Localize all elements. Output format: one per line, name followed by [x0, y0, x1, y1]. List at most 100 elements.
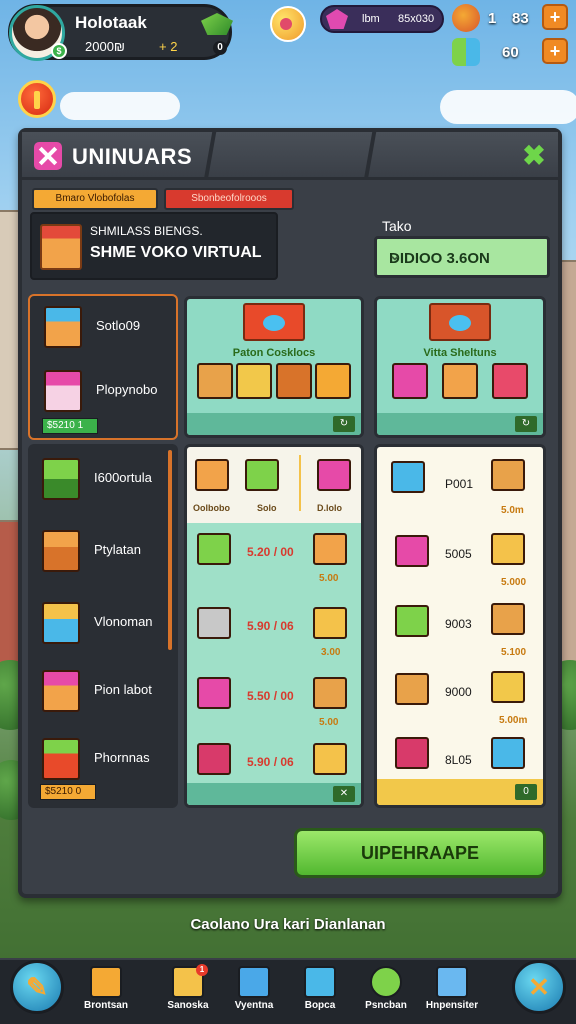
close-small-button[interactable]: ✕	[333, 786, 355, 802]
crate-icon[interactable]	[491, 459, 525, 491]
add-energy-button[interactable]: +	[542, 4, 568, 30]
list-item[interactable]: Vlonoman	[34, 596, 174, 656]
market-panel: UNINUARS ✖ Bmaro Vlobofolas Sbonbeofolro…	[18, 128, 562, 898]
gift-box-icon	[197, 743, 231, 775]
refresh-button[interactable]: ↻	[515, 416, 537, 432]
chevron-down-icon: ⌄	[389, 247, 401, 263]
list-item[interactable]: Plopynobo	[36, 364, 176, 424]
flower-stall-icon	[395, 605, 429, 637]
box-icon[interactable]	[313, 743, 347, 775]
shop-icon	[44, 306, 82, 348]
column-tag: D.lolo	[317, 503, 342, 513]
business-subtitle: SHMILASS BIENGS.	[90, 224, 203, 238]
crate-stall-icon	[275, 363, 312, 399]
market-banner-icon	[429, 303, 491, 341]
stall-icon	[42, 670, 80, 712]
upgrade-button[interactable]: UIPEHRAAPE	[294, 828, 546, 878]
nav-item-bopca[interactable]: Bopca	[288, 964, 352, 1020]
price-value: 5.50 / 00	[247, 689, 294, 703]
category-list-top: Sotlo09 Plopynobo $5210 1	[28, 294, 178, 440]
price-value: 5.90 / 06	[247, 755, 294, 769]
fruit-bonus-icon[interactable]	[270, 6, 306, 42]
market-card-title: Vitta Sheltuns	[423, 347, 497, 359]
list-item[interactable]: Ptylatan	[34, 524, 174, 584]
document-icon	[304, 966, 336, 998]
list-item[interactable]: Phornnas	[34, 732, 174, 792]
confirm-small-button[interactable]: 0	[515, 784, 537, 800]
arcade-icon	[395, 535, 429, 567]
nav-item-sanoska[interactable]: 1 Sanoska	[156, 964, 220, 1020]
tools-button[interactable]: ✕	[512, 960, 566, 1014]
stock-value: 5.00	[319, 573, 339, 584]
level-badge-icon: $	[51, 43, 67, 59]
fruit-stall-icon	[442, 363, 478, 399]
market-card[interactable]: Vitta Sheltuns ↻	[374, 296, 546, 438]
product-list-card: Oolbobo Solo D.lolo 5.20 / 00 5.00 5.90 …	[184, 444, 364, 808]
emerald-icon	[201, 13, 233, 35]
list-item[interactable]: Sotlo09	[36, 300, 176, 360]
crate-icon	[395, 673, 429, 705]
package-icon[interactable]	[491, 671, 525, 703]
stall-group	[195, 363, 353, 403]
gem-counter[interactable]: lbm 85x030	[320, 5, 444, 33]
crate-icon[interactable]	[313, 533, 347, 565]
market-card[interactable]: Paton Cosklocs ↻	[184, 296, 364, 438]
box-icon[interactable]	[491, 603, 525, 635]
edit-button[interactable]: ✎	[10, 960, 64, 1014]
nav-item-psncban[interactable]: Psncban	[354, 964, 418, 1020]
refresh-button[interactable]: ↻	[333, 416, 355, 432]
settings-dot-icon[interactable]: 0	[213, 41, 227, 55]
gem-icon	[326, 9, 348, 29]
workers-value: 60	[502, 44, 519, 61]
list-item-label: Phornnas	[94, 750, 150, 765]
product-code: 8L05	[445, 753, 472, 767]
product-code: 9000	[445, 685, 472, 699]
shop-icon	[44, 370, 82, 412]
alert-icon[interactable]	[18, 80, 56, 118]
crate-icon[interactable]	[313, 677, 347, 709]
tools-icon	[238, 966, 270, 998]
value-dropdown[interactable]: DIDIOO 3.6ON ⌄	[374, 236, 550, 278]
nav-label: Brontsan	[84, 1000, 128, 1011]
player-profile[interactable]: $ Holotaak 2000₪ + 2 0	[8, 4, 233, 61]
nav-item-vyentna[interactable]: Vyentna	[222, 964, 286, 1020]
nav-label: Vyentna	[234, 1000, 274, 1011]
list-item-label: Vlonoman	[94, 614, 153, 629]
tools-bag-icon	[42, 530, 80, 572]
nav-item-brontsan[interactable]: Brontsan	[74, 964, 138, 1020]
close-button[interactable]: ✖	[520, 142, 548, 170]
market-icon	[42, 738, 80, 780]
add-workers-button[interactable]: +	[542, 38, 568, 64]
list-item-label: Plopynobo	[96, 382, 158, 397]
shop-stall-icon	[492, 363, 528, 399]
money-delta: + 2	[159, 39, 178, 54]
fruit-basket-icon[interactable]	[313, 607, 347, 639]
list-scrollbar[interactable]	[168, 450, 172, 650]
kiosk-icon[interactable]	[491, 737, 525, 769]
gem-value: 85x030	[398, 13, 435, 25]
list-item[interactable]: I600ortula	[34, 452, 174, 512]
product-code: 9003	[445, 617, 472, 631]
stock-value: 3.00	[321, 647, 341, 658]
price-value: 5.20 / 00	[247, 545, 294, 559]
column-tag: Oolbobo	[193, 503, 230, 513]
list-item-label: Ptylatan	[94, 542, 141, 557]
energy-counter: 1 83 +	[452, 4, 568, 32]
nav-item-hnpensiter[interactable]: Hnpensiter	[420, 964, 484, 1020]
energy-value-b: 83	[512, 10, 529, 27]
nav-label: Bopca	[304, 1000, 336, 1011]
tab-first[interactable]: Bmaro Vlobofolas	[32, 188, 158, 210]
workers-counter: 60 +	[452, 38, 568, 66]
list-item-label: Pion labot	[94, 682, 152, 697]
store-icon	[40, 224, 82, 270]
stock-value: 5.0m	[501, 505, 524, 516]
coin-icon	[370, 966, 402, 998]
stock-value: 5.100	[501, 647, 527, 658]
tab-second[interactable]: Sbonbeofolrooos	[164, 188, 294, 210]
cloud	[440, 90, 576, 124]
product-code: P001	[445, 477, 474, 491]
list-item[interactable]: Pion labot	[34, 664, 174, 724]
fruit-stall-icon	[196, 363, 233, 399]
fruit-crate-icon[interactable]	[491, 533, 525, 565]
shop-box-icon	[197, 677, 231, 709]
